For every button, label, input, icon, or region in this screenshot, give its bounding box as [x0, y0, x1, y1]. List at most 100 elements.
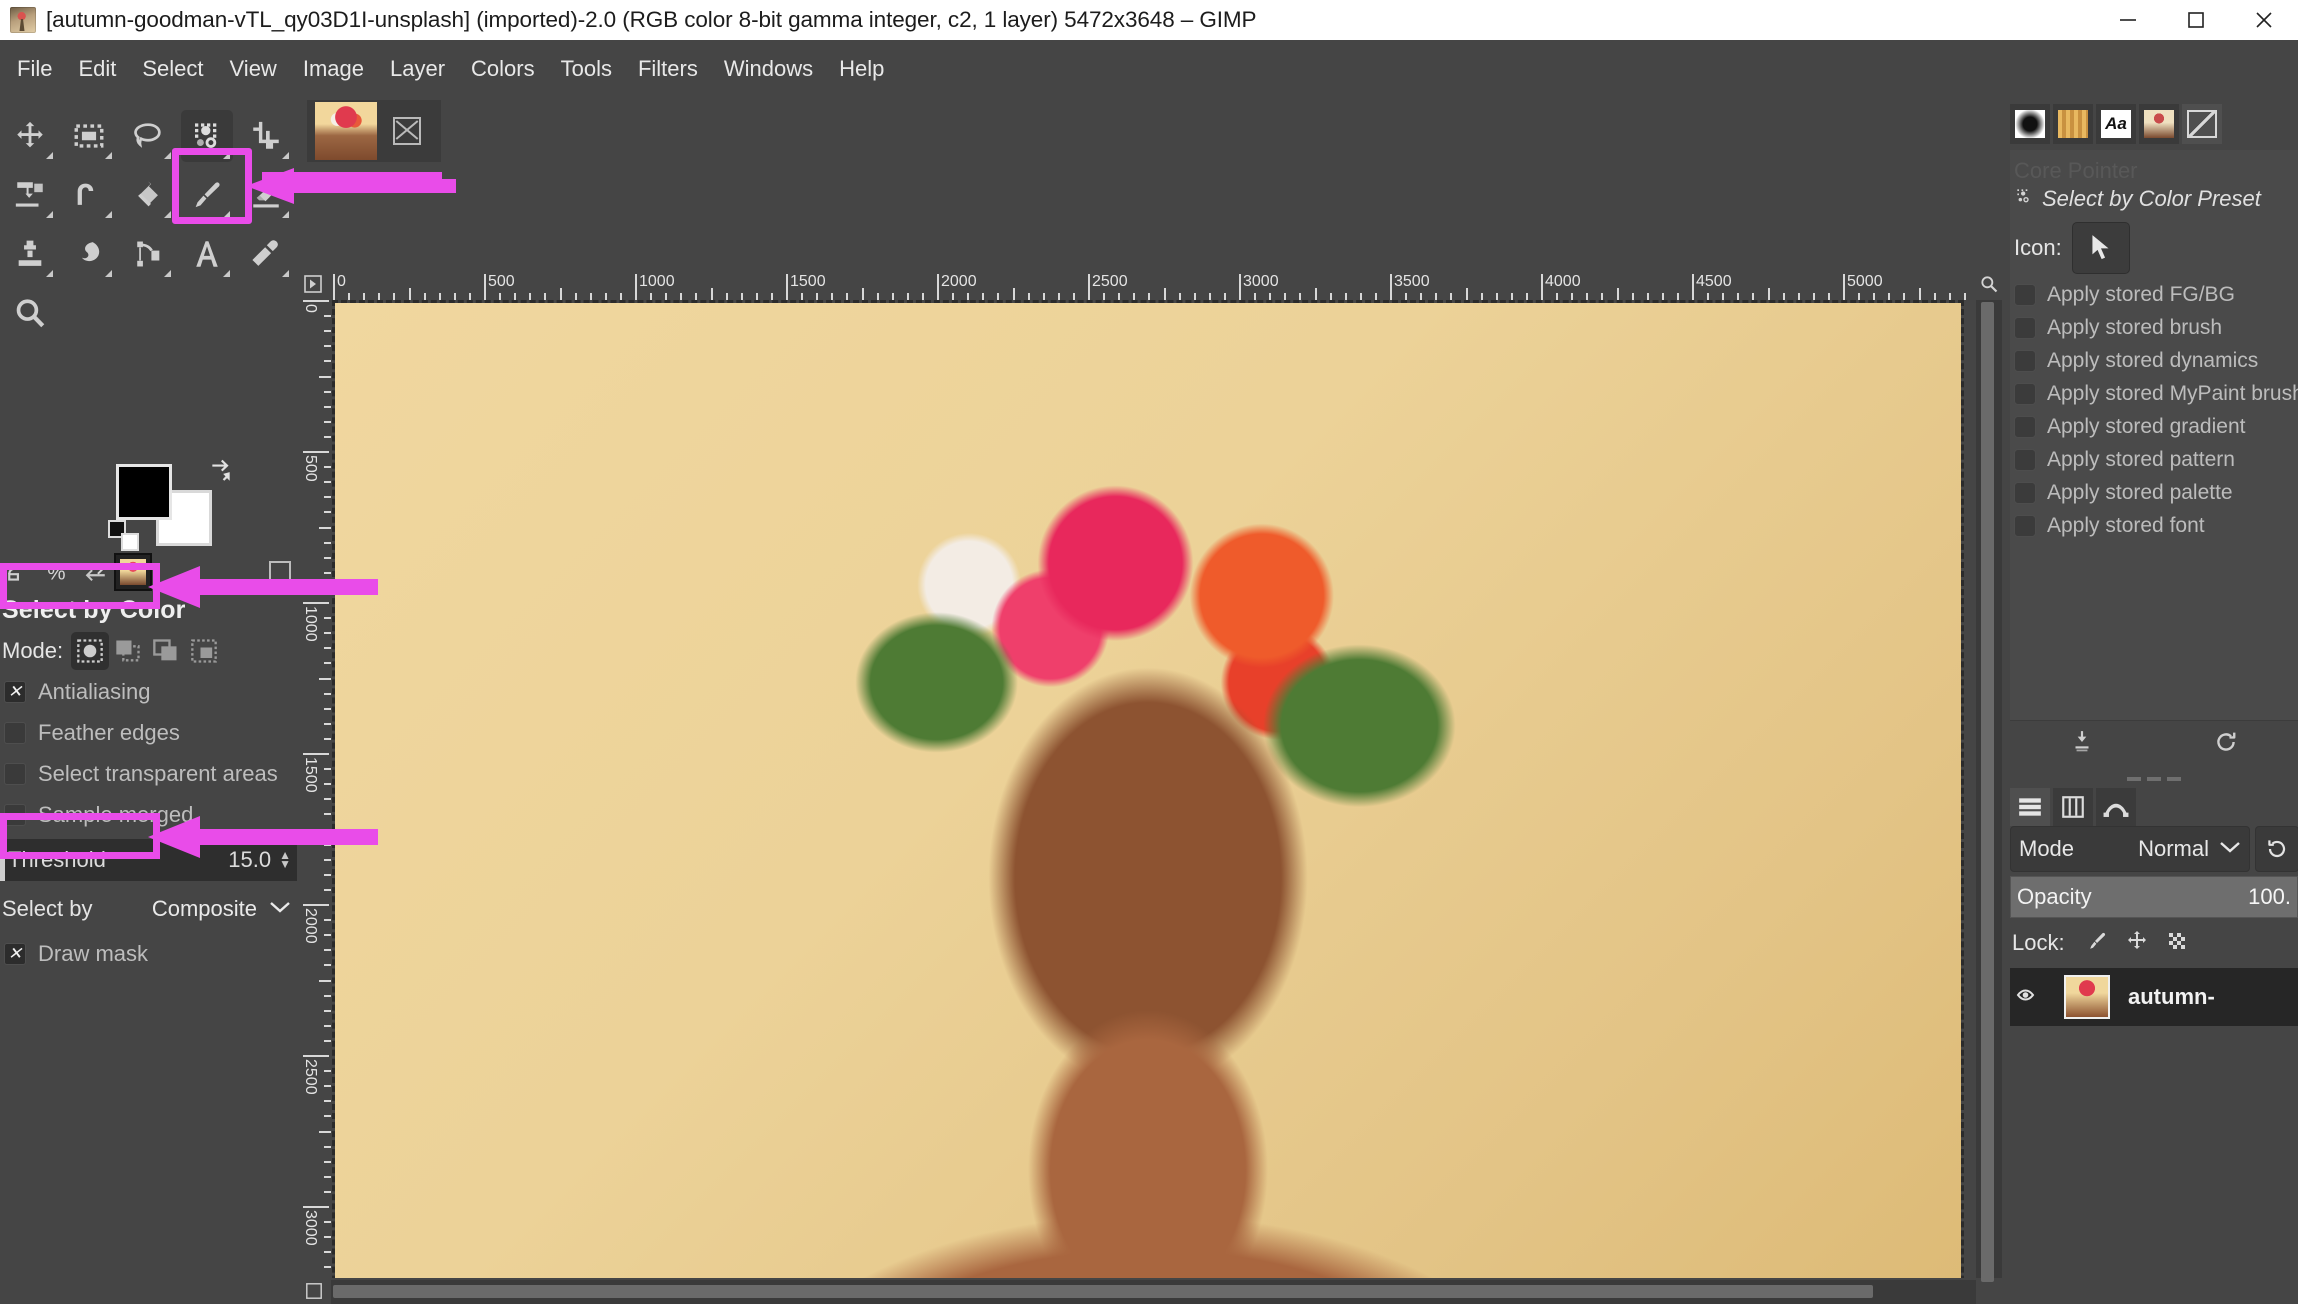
apply-stored-pattern-checkbox[interactable]: Apply stored pattern — [2010, 443, 2298, 476]
subtract-mode-button[interactable] — [147, 632, 185, 670]
restore-icon[interactable] — [2213, 729, 2239, 760]
smudge-tool[interactable] — [59, 224, 118, 283]
apply-stored-gradient-checkbox[interactable]: Apply stored gradient — [2010, 410, 2298, 443]
feather-edges-checkbox-box[interactable] — [4, 721, 26, 744]
chevron-down-icon[interactable] — [2219, 840, 2241, 859]
apply-stored-dynamics-box[interactable] — [2014, 349, 2036, 372]
menu-windows[interactable]: Windows — [711, 52, 826, 86]
intersect-mode-button[interactable] — [185, 632, 223, 670]
close-icon[interactable] — [393, 117, 421, 145]
draw-mask-checkbox[interactable]: Draw mask — [0, 933, 297, 974]
apply-stored-mypaint-brush-box[interactable] — [2014, 382, 2036, 405]
apply-stored-fgbg-box[interactable] — [2014, 283, 2036, 306]
threshold-spinner-icon[interactable]: ▲ ▼ — [279, 849, 291, 870]
brushes-tab[interactable] — [2010, 104, 2050, 144]
menu-file[interactable]: File — [4, 52, 65, 86]
layer-opacity-slider[interactable]: Opacity 100. — [2010, 876, 2298, 918]
color-picker-tool[interactable] — [236, 224, 295, 283]
apply-stored-gradient-box[interactable] — [2014, 415, 2036, 438]
zoom-tool[interactable] — [0, 283, 59, 342]
menu-view[interactable]: View — [217, 52, 290, 86]
feather-edges-checkbox[interactable]: Feather edges — [0, 712, 297, 753]
layer-mode-row[interactable]: Mode Normal — [2010, 826, 2250, 872]
foreground-color-swatch[interactable] — [116, 464, 172, 520]
tool-presets-tab[interactable] — [2182, 104, 2222, 144]
chevron-down-icon[interactable] — [269, 900, 291, 919]
apply-stored-brush-box[interactable] — [2014, 316, 2036, 339]
horizontal-scroll-thumb[interactable] — [333, 1285, 1873, 1298]
vertical-ruler[interactable]: 0500100015002000250030003500 — [297, 300, 331, 1278]
lock-position-button[interactable] — [2125, 929, 2149, 958]
close-button[interactable] — [2230, 0, 2298, 40]
add-mode-button[interactable] — [109, 632, 147, 670]
foreground-background-colors[interactable] — [108, 459, 230, 560]
draw-mask-checkbox-box[interactable] — [4, 942, 26, 965]
menu-edit[interactable]: Edit — [65, 52, 129, 86]
apply-stored-dynamics-checkbox[interactable]: Apply stored dynamics — [2010, 344, 2298, 377]
channels-tab[interactable] — [2053, 788, 2093, 826]
select-by-dropdown[interactable]: Select by Composite — [0, 885, 297, 933]
fonts-tab[interactable]: Aa — [2096, 104, 2136, 144]
menu-toggle-icon[interactable] — [299, 270, 327, 298]
antialiasing-checkbox-box[interactable] — [4, 680, 26, 703]
vertical-scrollbar[interactable] — [1976, 300, 2002, 1282]
select-transparent-areas-checkbox[interactable]: Select transparent areas — [0, 753, 297, 794]
apply-stored-font-checkbox[interactable]: Apply stored font — [2010, 509, 2298, 542]
paths-tab[interactable] — [2096, 788, 2136, 826]
image-canvas-content[interactable] — [332, 300, 1964, 1278]
menu-image[interactable]: Image — [290, 52, 377, 86]
bucket-fill-tool[interactable] — [118, 165, 177, 224]
text-tool[interactable] — [177, 224, 236, 283]
apply-stored-font-box[interactable] — [2014, 514, 2036, 537]
table-row[interactable]: autumn- — [2010, 968, 2298, 1026]
image-indicator-icon[interactable] — [114, 553, 152, 591]
dynamics-indicator-icon[interactable]: % — [38, 553, 76, 591]
select-transparent-areas-checkbox-box[interactable] — [4, 762, 26, 785]
canvas[interactable] — [331, 300, 1976, 1278]
dock-separator[interactable] — [2010, 772, 2298, 786]
maximize-button[interactable] — [2162, 0, 2230, 40]
brush-indicator-icon[interactable] — [0, 553, 38, 591]
apply-stored-mypaint-brush-checkbox[interactable]: Apply stored MyPaint brush — [2010, 377, 2298, 410]
crop-tool[interactable] — [236, 106, 295, 165]
apply-stored-palette-box[interactable] — [2014, 481, 2036, 504]
quick-mask-toggle[interactable] — [297, 1278, 331, 1304]
free-select-tool[interactable] — [118, 106, 177, 165]
paths-tool[interactable] — [118, 224, 177, 283]
vertical-scroll-thumb[interactable] — [1981, 302, 1994, 1282]
select-by-color-tool[interactable] — [177, 106, 236, 165]
warp-transform-tool[interactable] — [59, 165, 118, 224]
paintbrush-tool[interactable] — [177, 165, 236, 224]
cursor-arrow-icon[interactable] — [2071, 222, 2130, 274]
sample-merged-checkbox-box[interactable] — [4, 803, 26, 826]
swap-indicator-icon[interactable] — [76, 553, 114, 591]
opacity-value[interactable]: 100. — [2248, 884, 2291, 910]
lock-pixels-button[interactable] — [2085, 929, 2109, 958]
clone-stamp-tool[interactable] — [0, 224, 59, 283]
menu-tools[interactable]: Tools — [548, 52, 625, 86]
save-icon[interactable] — [2069, 729, 2095, 760]
sample-merged-checkbox[interactable]: Sample merged — [0, 794, 297, 835]
layers-tab[interactable] — [2010, 788, 2050, 826]
menu-colors[interactable]: Colors — [458, 52, 548, 86]
document-history-tab[interactable] — [2139, 104, 2179, 144]
menu-help[interactable]: Help — [826, 52, 897, 86]
eraser-tool[interactable] — [236, 165, 295, 224]
image-tab[interactable] — [307, 100, 441, 162]
rectangle-select-tool[interactable] — [59, 106, 118, 165]
align-tool[interactable] — [0, 165, 59, 224]
minimize-button[interactable] — [2094, 0, 2162, 40]
patterns-tab[interactable] — [2053, 104, 2093, 144]
antialiasing-checkbox[interactable]: Antialiasing — [0, 671, 297, 712]
navigation-preview-icon[interactable] — [1976, 268, 2002, 300]
horizontal-ruler[interactable]: 0 500 1000 1500 2000 2500 3000 3500 4000 4500 5000 — [331, 268, 1976, 300]
menu-filters[interactable]: Filters — [625, 52, 711, 86]
swap-colors-icon[interactable] — [208, 458, 234, 484]
apply-stored-fgbg-checkbox[interactable]: Apply stored FG/BG — [2010, 278, 2298, 311]
menu-select[interactable]: Select — [129, 52, 216, 86]
threshold-value[interactable]: 15.0 — [228, 847, 271, 873]
apply-stored-pattern-box[interactable] — [2014, 448, 2036, 471]
menu-layer[interactable]: Layer — [377, 52, 458, 86]
reset-mode-button[interactable] — [2255, 826, 2298, 872]
apply-stored-palette-checkbox[interactable]: Apply stored palette — [2010, 476, 2298, 509]
